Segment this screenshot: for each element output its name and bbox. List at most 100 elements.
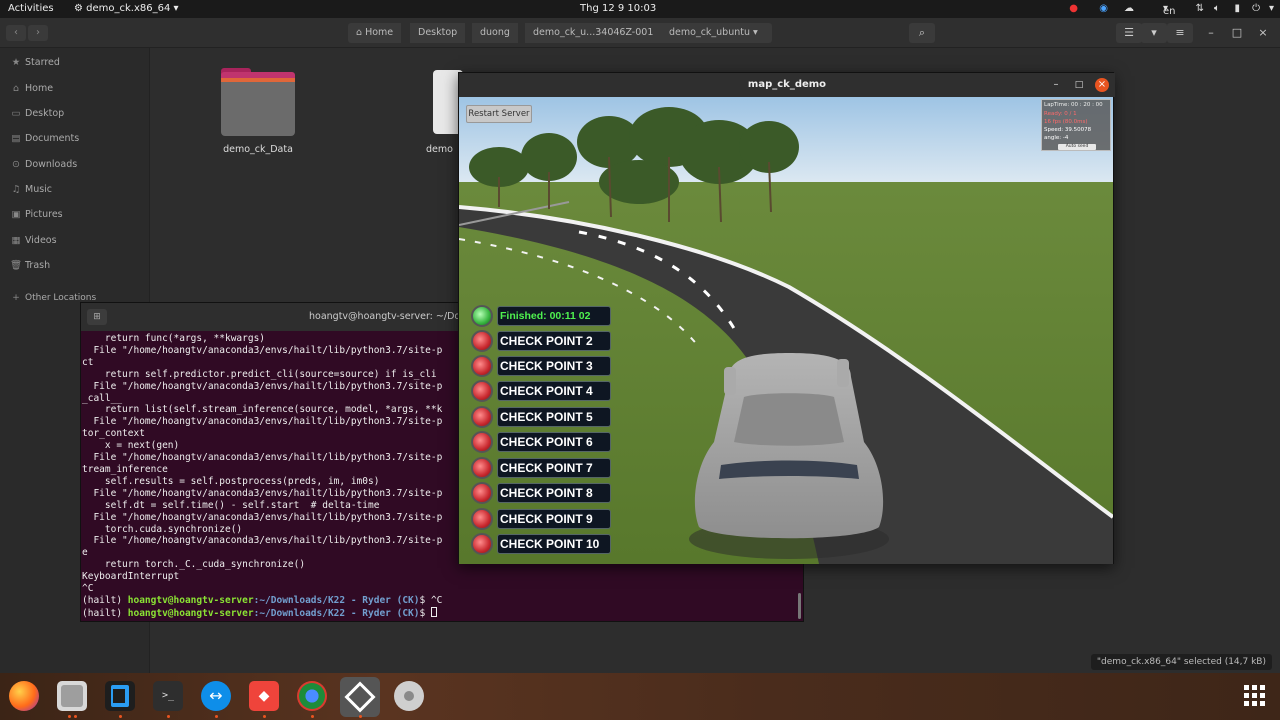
prompt-part: hoangtv@hoangtv-server — [127, 594, 254, 606]
minimize-button[interactable]: – — [1198, 23, 1224, 43]
terminal-icon[interactable]: >_ — [153, 681, 183, 711]
vscode-icon[interactable] — [105, 681, 135, 711]
breadcrumb-duong[interactable]: duong — [472, 23, 518, 43]
checkpoint-item: CHECK POINT 2 — [471, 330, 613, 352]
new-tab-button[interactable]: ⊞ — [87, 309, 107, 325]
unity-icon[interactable] — [340, 677, 380, 717]
music-icon: ♫ — [11, 184, 21, 195]
terminal-line: ct — [82, 356, 94, 368]
close-button[interactable]: × — [1095, 78, 1109, 92]
close-icon: × — [1097, 79, 1107, 90]
list-view-button[interactable]: ☰ — [1116, 23, 1142, 43]
terminal-scrollbar[interactable] — [798, 593, 801, 619]
record-icon[interactable]: ● — [1069, 3, 1078, 14]
search-icon: ⌕ — [918, 26, 926, 39]
sidebar-item-documents[interactable]: ▤ Documents — [0, 129, 150, 149]
checkpoint-red-icon — [471, 533, 493, 555]
sidebar-item-pictures[interactable]: ▣ Pictures — [0, 205, 150, 225]
sidebar-item-music[interactable]: ♫ Music — [0, 180, 150, 200]
star-icon: ★ — [11, 57, 21, 68]
show-apps-button[interactable] — [1244, 685, 1266, 707]
network-icon[interactable]: ⇅ — [1196, 3, 1204, 14]
breadcrumb-desktop[interactable]: Desktop — [410, 23, 466, 43]
sidebar-item-videos[interactable]: ▦ Videos — [0, 231, 150, 251]
hud-panel: LapTime: 00 : 20 : 00 Ready: 0 / 1 16 fp… — [1041, 99, 1111, 151]
checkpoint-red-icon — [471, 380, 493, 402]
files-icon[interactable] — [57, 681, 87, 711]
prompt-part: $ — [419, 607, 431, 619]
breadcrumb-folder[interactable]: demo_ck_u...34046Z-001 — [525, 23, 662, 43]
app-icon: ⚙ — [74, 3, 83, 14]
terminal-line: File "/home/hoangtv/anaconda3/envs/hailt… — [82, 380, 443, 392]
checkpoint-list: Finished: 00:11 02 CHECK POINT 2 CHECK P… — [471, 305, 613, 557]
chevron-down-icon[interactable]: ▾ — [1269, 3, 1274, 14]
game-window[interactable]: map_ck_demo – □ × Restart Server LapTime… — [458, 72, 1115, 564]
folder-name: demo_ck_Data — [223, 144, 293, 155]
text-cursor — [430, 606, 437, 617]
folder-item[interactable]: demo_ck_Data — [216, 66, 300, 166]
forward-button[interactable]: › — [28, 25, 48, 41]
terminal-line: tor_context — [82, 428, 145, 440]
hud-speed: Speed: 39.50078 — [1044, 127, 1092, 133]
restart-server-button[interactable]: Restart Server — [466, 105, 532, 123]
app-menu[interactable]: ⚙ demo_ck.x86_64 ▾ — [74, 3, 179, 14]
menu-button[interactable]: ≡ — [1167, 23, 1193, 43]
search-button[interactable]: ⌕ — [909, 23, 935, 43]
running-indicator — [74, 715, 77, 718]
back-button[interactable]: ‹ — [6, 25, 26, 41]
minimize-button[interactable]: – — [1049, 78, 1063, 92]
disk-icon[interactable] — [394, 681, 424, 711]
desktop: Activities ⚙ demo_ck.x86_64 ▾ Thg 12 9 1… — [0, 0, 1280, 720]
picture-icon: ▣ — [11, 209, 21, 220]
teamviewer-icon[interactable]: ↔ — [201, 681, 231, 711]
sidebar-item-desktop[interactable]: ▭ Desktop — [0, 104, 150, 124]
terminal-prompt-line: (hailt) hoangtv@hoangtv-server:~/Downloa… — [82, 606, 462, 620]
chrome-icon[interactable] — [297, 681, 327, 711]
running-indicator — [263, 715, 266, 718]
sidebar-item-starred[interactable]: ★ Starred — [0, 53, 150, 73]
hud-auto-button[interactable]: Auto seed — [1058, 144, 1096, 150]
power-icon[interactable]: ⏻ — [1252, 3, 1260, 14]
download-icon: ⊙ — [12, 159, 20, 170]
prompt-part: :~/Downloads/K22 - Ryder (CK) — [253, 594, 420, 606]
view-options-button[interactable]: ▾ — [1141, 23, 1167, 43]
language-indicator[interactable]: en ▾ — [1163, 3, 1176, 17]
sidebar-item-downloads[interactable]: ⊙ Downloads — [0, 155, 150, 175]
terminal-line: e — [82, 547, 88, 559]
checkpoint-label: CHECK POINT 3 — [497, 356, 611, 376]
sidebar-item-trash[interactable]: 🗑︎ Trash — [0, 256, 150, 276]
battery-icon[interactable]: ▮ — [1234, 3, 1240, 14]
teamviewer-tray-icon[interactable]: ◉ — [1099, 3, 1108, 14]
checkpoint-red-icon — [471, 431, 493, 453]
checkpoint-red-icon — [471, 330, 493, 352]
game-viewport[interactable]: Restart Server LapTime: 00 : 20 : 00 Rea… — [459, 97, 1113, 564]
activities-button[interactable]: Activities — [8, 3, 54, 14]
checkpoint-item: CHECK POINT 10 — [471, 533, 613, 555]
running-indicator — [167, 715, 170, 718]
terminal-line: x = next(gen) — [82, 440, 180, 452]
close-button[interactable]: × — [1250, 23, 1276, 43]
checkpoint-red-icon — [471, 482, 493, 504]
running-indicator — [215, 715, 218, 718]
breadcrumb-home[interactable]: ⌂ Home — [348, 23, 402, 43]
game-titlebar[interactable]: map_ck_demo – □ × — [459, 73, 1115, 97]
checkpoint-label: CHECK POINT 6 — [497, 432, 611, 452]
selection-status: "demo_ck.x86_64" selected (14,7 kB) — [1090, 654, 1272, 670]
file-name: demo — [426, 144, 453, 155]
maximize-button[interactable]: □ — [1224, 23, 1250, 43]
prompt-part: hoangtv@hoangtv-server — [127, 607, 254, 619]
anydesk-icon[interactable]: ◆ — [249, 681, 279, 711]
sidebar-item-home[interactable]: ⌂ Home — [0, 79, 150, 99]
volume-icon[interactable]: 🔈︎ — [1214, 3, 1220, 14]
clock[interactable]: Thg 12 9 10:03 — [580, 3, 656, 14]
breadcrumb-current[interactable]: demo_ck_ubuntu ▾ — [661, 23, 772, 43]
top-bar: Activities ⚙ demo_ck.x86_64 ▾ Thg 12 9 1… — [0, 0, 1280, 18]
terminal-line: torch.cuda.synchronize() — [82, 523, 243, 535]
firefox-icon[interactable] — [9, 681, 39, 711]
dock: >_ ↔ ◆ — [0, 673, 1280, 720]
cloud-icon[interactable]: ☁ — [1124, 3, 1134, 14]
checkpoint-item: CHECK POINT 3 — [471, 355, 613, 377]
maximize-button[interactable]: □ — [1072, 78, 1086, 92]
prompt-part: :~/Downloads/K22 - Ryder (CK) — [253, 607, 420, 619]
terminal-output[interactable]: return func(*args, **kwargs) File "/home… — [82, 333, 462, 623]
